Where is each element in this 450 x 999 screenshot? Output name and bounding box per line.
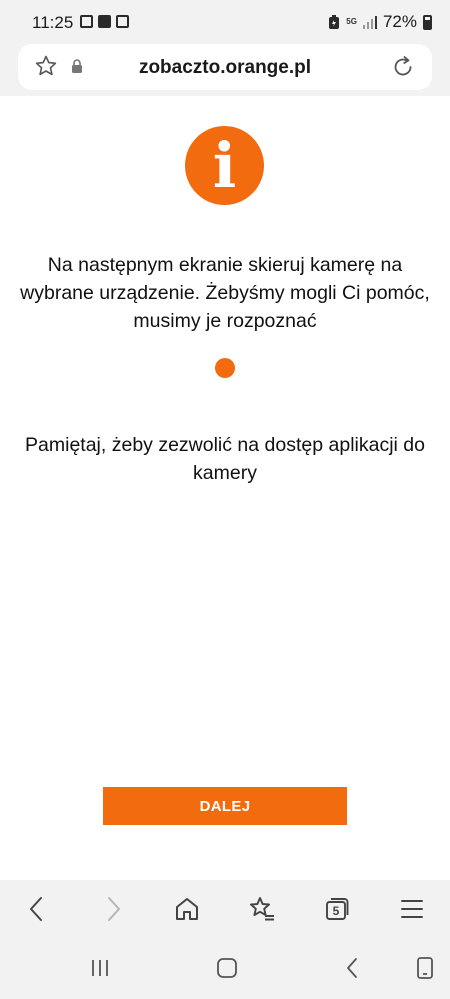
address-bar[interactable]: zobaczto.orange.pl (18, 44, 432, 90)
signal-icon (362, 15, 377, 29)
info-icon: i (185, 126, 264, 205)
forward-arrow-icon[interactable] (99, 895, 127, 923)
system-back-icon[interactable] (341, 956, 365, 980)
reload-icon[interactable] (390, 54, 416, 80)
next-button[interactable]: DALEJ (103, 787, 347, 825)
browser-bottom-nav: 5 (0, 880, 450, 938)
status-bar: 11:25 5G 72% (0, 0, 450, 44)
loading-indicator (215, 358, 235, 378)
gallery-icon (80, 15, 93, 28)
camera-permission-text: Pamiętaj, żeby zezwolić na dostęp aplika… (25, 434, 425, 484)
url-text[interactable]: zobaczto.orange.pl (18, 57, 432, 79)
bookmarks-icon[interactable] (248, 895, 276, 923)
tab-count: 5 (332, 904, 340, 918)
tabs-button[interactable]: 5 (323, 895, 351, 923)
network-type-label: 5G (346, 17, 357, 26)
app-notification-icon (98, 15, 111, 28)
device-notification-icon (116, 15, 129, 28)
home-icon[interactable] (173, 895, 201, 923)
status-time: 11:25 (32, 13, 74, 32)
battery-saver-icon (329, 14, 340, 29)
screen-rotate-icon[interactable] (413, 956, 437, 980)
battery-percent: 72% (382, 12, 417, 31)
status-notification-icons (80, 15, 129, 28)
status-system-icons: 5G 72% (328, 12, 432, 32)
back-arrow-icon[interactable] (23, 895, 51, 923)
camera-instruction-text: Na następnym ekranie skieruj kamerę na w… (20, 254, 430, 332)
system-nav-bar (0, 938, 450, 999)
recent-apps-icon[interactable] (88, 956, 112, 980)
browser-toolbar: zobaczto.orange.pl (0, 44, 450, 96)
battery-icon (423, 14, 432, 30)
home-button-icon[interactable] (215, 956, 239, 980)
menu-icon[interactable] (398, 895, 426, 923)
